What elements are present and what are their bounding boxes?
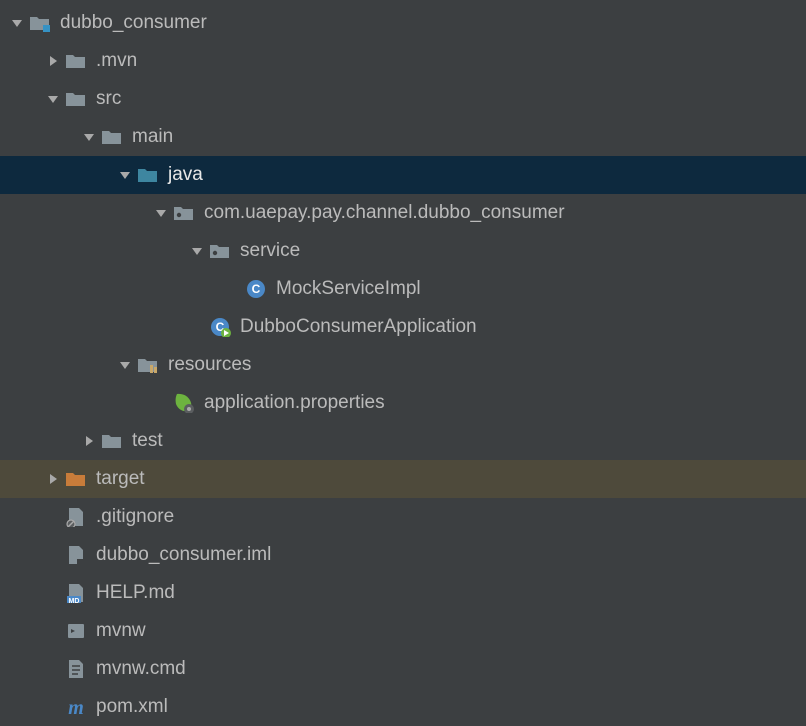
tree-item-mvnw-cmd[interactable]: mvnw.cmd bbox=[0, 650, 806, 688]
md-file-icon bbox=[64, 583, 88, 603]
chevron-down-icon[interactable] bbox=[188, 245, 206, 257]
tree-item-label: .gitignore bbox=[96, 506, 174, 528]
folder-icon bbox=[100, 431, 124, 451]
tree-item-service[interactable]: service bbox=[0, 232, 806, 270]
resources-folder-icon bbox=[136, 355, 160, 375]
text-file-icon bbox=[64, 659, 88, 679]
tree-item-target[interactable]: target bbox=[0, 460, 806, 498]
source-folder-icon bbox=[136, 165, 160, 185]
tree-item-label: pom.xml bbox=[96, 696, 168, 718]
script-file-icon bbox=[64, 621, 88, 641]
chevron-down-icon[interactable] bbox=[8, 17, 26, 29]
folder-icon bbox=[100, 127, 124, 147]
chevron-right-icon[interactable] bbox=[44, 473, 62, 485]
tree-item-label: resources bbox=[168, 354, 251, 376]
tree-item-resources[interactable]: resources bbox=[0, 346, 806, 384]
spring-properties-icon bbox=[172, 393, 196, 413]
tree-item-iml[interactable]: dubbo_consumer.iml bbox=[0, 536, 806, 574]
tree-item-label: target bbox=[96, 468, 145, 490]
tree-item-label: com.uaepay.pay.channel.dubbo_consumer bbox=[204, 202, 565, 224]
package-icon bbox=[172, 203, 196, 223]
tree-item-gitignore[interactable]: .gitignore bbox=[0, 498, 806, 536]
tree-item-application-properties[interactable]: application.properties bbox=[0, 384, 806, 422]
tree-item-label: src bbox=[96, 88, 121, 110]
tree-item-label: dubbo_consumer.iml bbox=[96, 544, 271, 566]
chevron-down-icon[interactable] bbox=[116, 359, 134, 371]
chevron-down-icon[interactable] bbox=[152, 207, 170, 219]
tree-item-label: dubbo_consumer bbox=[60, 12, 207, 34]
tree-item-label: HELP.md bbox=[96, 582, 175, 604]
iml-file-icon bbox=[64, 545, 88, 565]
tree-item-label: mvnw.cmd bbox=[96, 658, 186, 680]
chevron-right-icon[interactable] bbox=[44, 55, 62, 67]
tree-item-dubboconsumerapplication[interactable]: DubboConsumerApplication bbox=[0, 308, 806, 346]
tree-item-help-md[interactable]: HELP.md bbox=[0, 574, 806, 612]
tree-item-label: java bbox=[168, 164, 203, 186]
tree-item-mvnw[interactable]: mvnw bbox=[0, 612, 806, 650]
tree-item-label: mvnw bbox=[96, 620, 146, 642]
module-folder-icon bbox=[28, 13, 52, 33]
tree-item-label: MockServiceImpl bbox=[276, 278, 421, 300]
folder-icon bbox=[64, 51, 88, 71]
tree-item-root[interactable]: dubbo_consumer bbox=[0, 4, 806, 42]
package-icon bbox=[208, 241, 232, 261]
tree-item-main[interactable]: main bbox=[0, 118, 806, 156]
tree-item-src[interactable]: src bbox=[0, 80, 806, 118]
java-class-icon bbox=[244, 279, 268, 299]
tree-item-test[interactable]: test bbox=[0, 422, 806, 460]
tree-item-label: application.properties bbox=[204, 392, 385, 414]
ignored-file-icon bbox=[64, 507, 88, 527]
tree-item-pom[interactable]: pom.xml bbox=[0, 688, 806, 726]
tree-item-label: DubboConsumerApplication bbox=[240, 316, 477, 338]
tree-item-package[interactable]: com.uaepay.pay.channel.dubbo_consumer bbox=[0, 194, 806, 232]
excluded-folder-icon bbox=[64, 469, 88, 489]
folder-icon bbox=[64, 89, 88, 109]
tree-item-java[interactable]: java bbox=[0, 156, 806, 194]
tree-item-label: main bbox=[132, 126, 173, 148]
tree-item-label: service bbox=[240, 240, 300, 262]
maven-file-icon bbox=[64, 697, 88, 717]
spring-runnable-class-icon bbox=[208, 317, 232, 337]
chevron-down-icon[interactable] bbox=[116, 169, 134, 181]
chevron-down-icon[interactable] bbox=[44, 93, 62, 105]
tree-item-label: .mvn bbox=[96, 50, 137, 72]
chevron-right-icon[interactable] bbox=[80, 435, 98, 447]
chevron-down-icon[interactable] bbox=[80, 131, 98, 143]
tree-item-mockserviceimpl[interactable]: MockServiceImpl bbox=[0, 270, 806, 308]
tree-item-label: test bbox=[132, 430, 163, 452]
tree-item-mvn[interactable]: .mvn bbox=[0, 42, 806, 80]
project-tree: dubbo_consumer .mvn src main java com.ua… bbox=[0, 0, 806, 726]
